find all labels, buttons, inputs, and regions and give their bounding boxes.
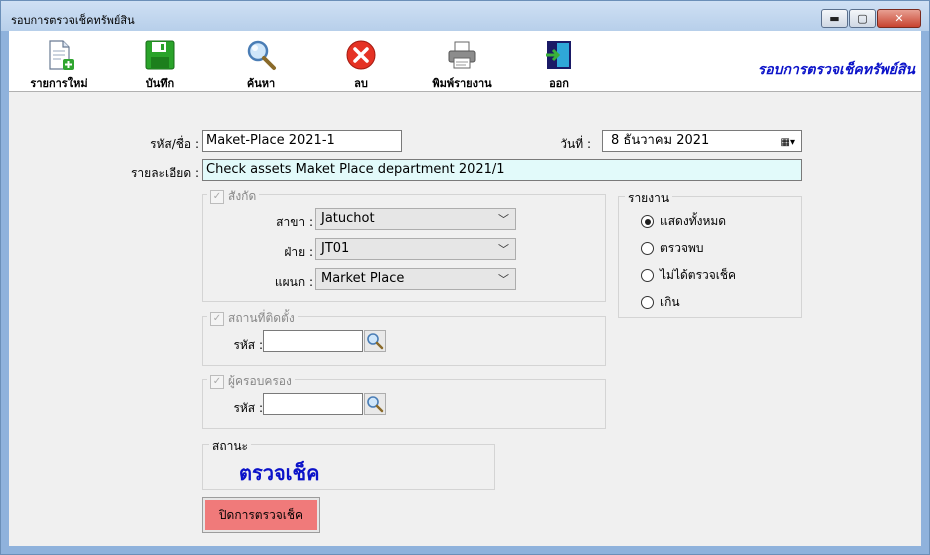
maximize-button[interactable]: ▢: [849, 9, 876, 28]
chevron-down-icon: ﹀: [498, 213, 509, 226]
custodian-legend-text: ผู้ครอบครอง: [228, 374, 292, 388]
report-group: รายงาน แสดงทั้งหมด ตรวจพบ ไม่ได้ตรวจเช็ค…: [618, 189, 802, 318]
delete-label: ลบ: [354, 77, 368, 90]
report-legend: รายงาน: [625, 189, 673, 208]
branch-select[interactable]: Jatuchot ﹀: [315, 208, 516, 230]
search-label: ค้นหา: [246, 77, 276, 90]
title-bar[interactable]: รอบการตรวจเช็คทรัพย์สิน ▬ ▢ ✕: [1, 1, 929, 31]
save-button[interactable]: บันทึก: [115, 37, 205, 90]
department-label: แผนก :: [274, 275, 313, 289]
location-legend-text: สถานที่ติดตั้ง: [228, 311, 295, 325]
app-window: รอบการตรวจเช็คทรัพย์สิน ▬ ▢ ✕ รายการใหม่: [0, 0, 930, 555]
save-label: บันทึก: [145, 77, 175, 90]
custodian-legend[interactable]: ✓ ผู้ครอบครอง: [207, 372, 295, 391]
division-label: ฝ่าย :: [284, 245, 313, 259]
magnifier-icon: [247, 40, 276, 70]
department-value: Market Place: [321, 271, 405, 286]
report-option-excess[interactable]: เกิน: [641, 293, 680, 312]
form-heading: รอบการตรวจเช็คทรัพย์สิน: [757, 62, 915, 78]
search-icon: [367, 396, 384, 413]
affiliation-legend[interactable]: ✓ สังกัด: [207, 187, 260, 206]
custodian-checkbox[interactable]: ✓: [210, 374, 224, 389]
new-item-button[interactable]: รายการใหม่: [14, 37, 104, 90]
chevron-down-icon: ﹀: [498, 273, 509, 286]
report-option-label: แสดงทั้งหมด: [660, 214, 727, 228]
branch-label: สาขา :: [276, 215, 313, 229]
report-option-label: ไม่ได้ตรวจเช็ค: [660, 268, 737, 282]
location-checkbox[interactable]: ✓: [210, 311, 224, 326]
detail-label: รายละเอียด :: [130, 166, 199, 180]
print-report-label: พิมพ์รายงาน: [432, 77, 492, 90]
code-name-input[interactable]: Maket-Place 2021-1: [202, 130, 402, 152]
maximize-icon: ▢: [857, 12, 868, 25]
custodian-group: ✓ ผู้ครอบครอง รหัส :: [202, 372, 606, 429]
calendar-dropdown-icon[interactable]: ▦▾: [781, 135, 795, 151]
date-label: วันที่ :: [560, 137, 591, 151]
affiliation-legend-text: สังกัด: [228, 189, 257, 203]
custodian-code-label: รหัส :: [233, 401, 263, 415]
close-window-button[interactable]: ✕: [877, 9, 921, 28]
exit-label: ออก: [549, 77, 569, 90]
radio-unselected[interactable]: [641, 296, 654, 309]
affiliation-group: ✓ สังกัด สาขา : Jatuchot ﹀ ฝ่าย : JT01 ﹀ แผ…: [202, 187, 606, 302]
toolbar: รายการใหม่ บันทึก ค้นหา ลบ พิมพ์รายงาน อ…: [9, 31, 921, 92]
report-option-label: ตรวจพบ: [660, 241, 704, 255]
exit-door-icon: [546, 41, 571, 69]
new-item-label: รายการใหม่: [30, 77, 88, 90]
report-option-label: เกิน: [660, 295, 680, 309]
close-check-button[interactable]: ปิดการตรวจเช็ค: [202, 497, 320, 533]
chevron-down-icon: ﹀: [498, 243, 509, 256]
radio-unselected[interactable]: [641, 242, 654, 255]
radio-selected[interactable]: [641, 215, 654, 228]
affiliation-checkbox[interactable]: ✓: [210, 189, 224, 204]
branch-value: Jatuchot: [321, 211, 375, 226]
division-value: JT01: [321, 241, 350, 256]
status-value: ตรวจเช็ค: [239, 461, 320, 485]
report-option-all[interactable]: แสดงทั้งหมด: [641, 212, 726, 231]
search-button[interactable]: ค้นหา: [216, 37, 306, 90]
code-label: รหัส/ชื่อ :: [150, 137, 199, 151]
custodian-code-input[interactable]: [263, 393, 363, 415]
search-icon: [367, 333, 384, 350]
delete-icon: [346, 40, 376, 70]
client-area: รายการใหม่ บันทึก ค้นหา ลบ พิมพ์รายงาน อ…: [9, 31, 921, 546]
save-disk-icon: [145, 40, 175, 70]
new-document-icon: [49, 40, 74, 70]
location-code-input[interactable]: [263, 330, 363, 352]
minimize-icon: ▬: [829, 12, 840, 25]
status-legend: สถานะ: [209, 437, 251, 456]
status-group: สถานะ ตรวจเช็ค: [202, 437, 495, 490]
minimize-button[interactable]: ▬: [821, 9, 848, 28]
location-code-label: รหัส :: [233, 338, 263, 352]
division-select[interactable]: JT01 ﹀: [315, 238, 516, 260]
close-icon: ✕: [894, 12, 904, 25]
date-value: 8 ธันวาคม 2021: [611, 133, 710, 148]
report-option-not-checked[interactable]: ไม่ได้ตรวจเช็ค: [641, 266, 736, 285]
window-title: รอบการตรวจเช็คทรัพย์สิน: [11, 14, 135, 27]
department-select[interactable]: Market Place ﹀: [315, 268, 516, 290]
date-picker[interactable]: 8 ธันวาคม 2021 ▦▾: [602, 130, 802, 152]
print-report-button[interactable]: พิมพ์รายงาน: [417, 37, 507, 90]
location-legend[interactable]: ✓ สถานที่ติดตั้ง: [207, 309, 298, 328]
exit-button[interactable]: ออก: [514, 37, 604, 90]
radio-unselected[interactable]: [641, 269, 654, 282]
printer-icon: [448, 41, 476, 69]
location-search-button[interactable]: [364, 330, 386, 352]
detail-input[interactable]: Check assets Maket Place department 2021…: [202, 159, 802, 181]
custodian-search-button[interactable]: [364, 393, 386, 415]
location-group: ✓ สถานที่ติดตั้ง รหัส :: [202, 309, 606, 366]
delete-button[interactable]: ลบ: [316, 37, 406, 90]
report-option-found[interactable]: ตรวจพบ: [641, 239, 704, 258]
